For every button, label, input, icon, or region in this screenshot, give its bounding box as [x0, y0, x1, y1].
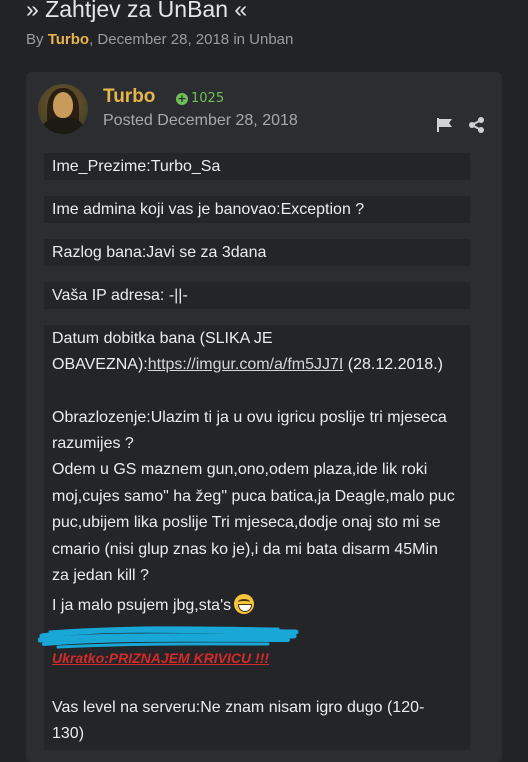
- explanation-line: Obrazlozenje:Ulazim ti ja u ovu igricu p…: [52, 409, 447, 426]
- topic-meta-rest: , December 28, 2018 in Unban: [89, 31, 294, 48]
- explanation-line: I ja malo psujem jbg,sta's: [52, 594, 255, 615]
- flag-icon[interactable]: [436, 117, 454, 133]
- explanation-line: moj,cujes samo" ha žeg" puca batica,ja D…: [52, 488, 455, 505]
- scribble-overlay: [38, 626, 299, 649]
- explanation-line: za jedan kill ?: [52, 567, 149, 584]
- field-level-line2: 130): [52, 725, 85, 742]
- topic-author-link[interactable]: Turbo: [48, 31, 89, 48]
- field-name: Ime_Prezime:Turbo_Sa: [52, 158, 221, 175]
- grin-emoji-icon: [234, 594, 255, 614]
- explanation-line: Odem u GS maznem gun,ono,odem plaza,ide …: [52, 461, 428, 478]
- imgur-link[interactable]: https://imgur.com/a/fm5JJ7I: [148, 356, 344, 373]
- explanation-line: razumijes ?: [52, 435, 134, 452]
- share-icon[interactable]: [468, 116, 486, 134]
- topic-meta: By Turbo, December 28, 2018 in Unban: [26, 31, 293, 48]
- field-ip: Vaša IP adresa: -||-: [52, 287, 188, 304]
- plus-icon: +: [176, 91, 188, 105]
- reputation-badge: + 1025: [176, 91, 224, 106]
- ban-date-value: (28.12.2018.): [343, 356, 443, 373]
- field-reason: Razlog bana:Javi se za 3dana: [52, 244, 267, 261]
- field-admin: Ime admina koji vas je banovao:Exception…: [52, 201, 365, 218]
- explanation-line: puc,ubijem lika poslije Tri mjeseca,dodj…: [52, 514, 441, 531]
- reputation-count: 1025: [191, 91, 225, 106]
- field-ban-date-line1: Datum dobitka bana (SLIKA JE: [52, 330, 273, 347]
- post-username[interactable]: Turbo: [103, 86, 155, 108]
- topic-title: » Zahtjev za UnBan «: [26, 0, 248, 22]
- by-label: By: [26, 31, 44, 48]
- explanation-line: cmario (nisi glup znas ko je),i da mi ba…: [52, 541, 438, 558]
- field-level-line1: Vas level na serveru:Ne znam nisam igro …: [52, 699, 425, 716]
- avatar-body: [43, 118, 83, 134]
- avatar[interactable]: [38, 84, 88, 134]
- row-bg: [44, 325, 470, 750]
- ban-date-label: OBAVEZNA):: [52, 356, 148, 373]
- avatar-face: [53, 92, 73, 118]
- explanation-text: I ja malo psujem jbg,sta's: [52, 597, 232, 614]
- field-ban-date-line2: OBAVEZNA):https://imgur.com/a/fm5JJ7I (2…: [52, 356, 443, 374]
- posted-date: Posted December 28, 2018: [103, 112, 298, 129]
